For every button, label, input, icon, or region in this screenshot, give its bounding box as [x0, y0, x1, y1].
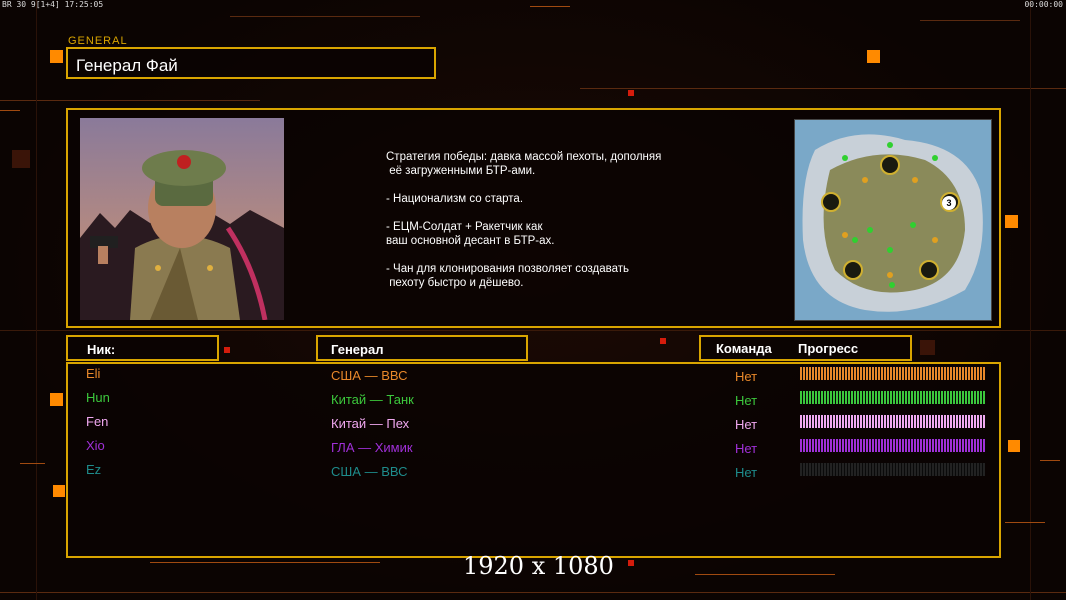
- player-progress-fill: [800, 391, 985, 404]
- map-start-marker: 3: [942, 196, 956, 210]
- decor-square: [50, 393, 63, 406]
- player-general: США — ВВС: [331, 464, 408, 479]
- decor-line: [695, 574, 835, 575]
- strategy-description: Стратегия победы: давка массой пехоты, д…: [386, 150, 716, 290]
- decor-line: [0, 330, 1066, 331]
- hud-clock: 00:00:00: [1024, 0, 1063, 9]
- player-nick: Fen: [86, 414, 109, 429]
- decor-square: [660, 338, 666, 344]
- decor-line: [150, 562, 380, 563]
- strategy-line: - Чан для клонирования позволяет создава…: [386, 263, 629, 275]
- decor-square: [867, 50, 880, 63]
- player-progress-bar: [800, 367, 985, 380]
- decor-square: [1005, 215, 1018, 228]
- strategy-line: - ЕЦМ-Солдат + Ракетчик как: [386, 221, 543, 233]
- player-progress-fill: [800, 367, 985, 380]
- general-tag: GENERAL: [68, 35, 128, 47]
- strategy-line: [386, 206, 716, 220]
- player-nick: Hun: [86, 390, 110, 405]
- decor-square: [628, 560, 634, 566]
- player-nick: Ez: [86, 462, 102, 477]
- player-progress-bar: [800, 415, 985, 428]
- resolution-watermark: 1920 x 1080: [463, 552, 614, 580]
- strategy-line: [386, 178, 716, 192]
- player-progress-bar: [800, 439, 985, 452]
- decor-line: [0, 110, 20, 111]
- strategy-line: её загруженными БТР-ами.: [386, 165, 536, 177]
- decor-line: [920, 20, 1020, 21]
- player-general: Китай — Пех: [331, 416, 410, 431]
- decor-square: [920, 340, 935, 355]
- player-team: Нет: [735, 417, 758, 432]
- decor-line: [36, 0, 37, 600]
- player-general: ГЛА — Химик: [331, 440, 413, 455]
- minimap: 3: [794, 119, 992, 321]
- decor-line: [1030, 0, 1031, 600]
- decor-line: [1005, 522, 1045, 523]
- strategy-line: [386, 248, 716, 262]
- strategy-line: Стратегия победы: давка массой пехоты, д…: [386, 151, 662, 163]
- decor-line: [1040, 460, 1060, 461]
- player-team: Нет: [735, 369, 758, 384]
- nick-header: Ник:: [87, 342, 116, 357]
- player-nick: Xio: [86, 438, 105, 453]
- decor-line: [0, 592, 1066, 593]
- player-progress-bar: [800, 391, 985, 404]
- decor-line: [530, 6, 570, 7]
- decor-square: [628, 90, 634, 96]
- decor-square: [224, 347, 230, 353]
- decor-square: [53, 485, 65, 497]
- player-general: США — ВВС: [331, 368, 408, 383]
- decor-line: [230, 16, 420, 17]
- player-nick: Eli: [86, 366, 101, 381]
- player-progress-fill: [800, 415, 985, 428]
- player-progress-bar: [800, 463, 985, 476]
- player-team: Нет: [735, 465, 758, 480]
- progress-header: Прогресс: [798, 341, 859, 356]
- team-header: Команда: [716, 341, 772, 356]
- general-header: Генерал: [331, 342, 384, 357]
- decor-line: [20, 463, 45, 464]
- player-team: Нет: [735, 441, 758, 456]
- general-name: Генерал Фай: [76, 56, 178, 75]
- strategy-line: ваш основной десант в БТР-ах.: [386, 235, 555, 247]
- general-portrait: [80, 118, 284, 320]
- decor-square: [1008, 440, 1020, 452]
- decor-square: [12, 150, 30, 168]
- player-progress-fill: [800, 439, 985, 452]
- hud-status: BR 30 9[1+4] 17:25:05: [2, 0, 104, 9]
- strategy-line: пехоту быстро и дёшево.: [386, 277, 524, 289]
- player-general: Китай — Танк: [331, 392, 414, 407]
- strategy-line: - Национализм со старта.: [386, 193, 524, 205]
- player-team: Нет: [735, 393, 758, 408]
- decor-line: [580, 88, 1066, 89]
- decor-line: [0, 100, 260, 101]
- decor-square: [50, 50, 63, 63]
